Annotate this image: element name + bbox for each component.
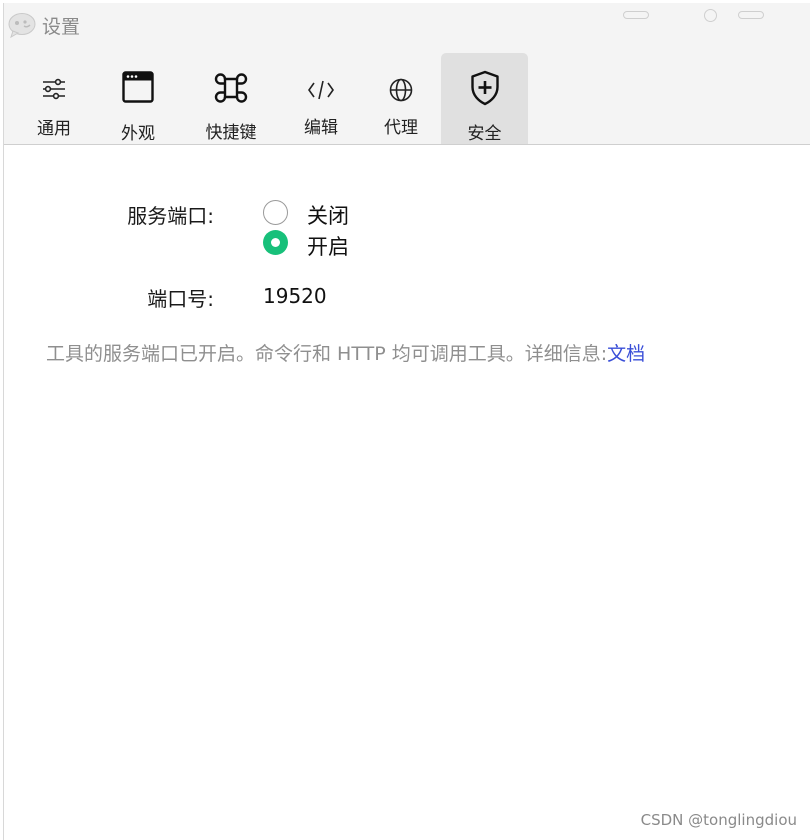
service-port-off-label[interactable]: 关闭 [307,200,349,230]
shield-plus-icon [470,70,499,106]
tab-label: 通用 [37,119,71,139]
settings-window: 设置 通用 外观 快捷键 编辑 代理 安全 服务端口: 关闭 开启 端口号: 1… [3,3,810,840]
minimize-button[interactable] [623,11,649,19]
chat-bubble-icon [8,13,36,39]
tab-editor[interactable]: 编辑 [294,53,348,144]
sliders-icon [43,78,65,100]
service-port-on-radio[interactable] [263,230,288,255]
tab-appearance[interactable]: 外观 [108,53,168,144]
service-port-on-label[interactable]: 开启 [307,231,349,261]
command-key-icon [214,73,248,103]
service-port-off-radio[interactable] [263,200,288,225]
tab-label: 外观 [121,124,155,144]
window-icon [122,71,154,103]
window-title: 设置 [42,16,81,38]
tab-security[interactable]: 安全 [441,53,528,144]
service-port-label: 服务端口: [127,204,214,228]
tab-label: 代理 [384,118,418,138]
maximize-button[interactable] [704,9,717,22]
settings-tab-bar: 通用 外观 快捷键 编辑 代理 安全 [4,43,810,145]
info-description: 工具的服务端口已开启。命令行和 HTTP 均可调用工具。详细信息: [46,343,608,365]
code-icon [308,80,334,100]
title-bar[interactable]: 设置 [4,3,810,43]
watermark: CSDN @tonglingdiou [640,811,797,829]
tab-shortcuts[interactable]: 快捷键 [196,53,266,144]
tab-label: 安全 [467,124,502,144]
port-number-value: 19520 [263,284,327,308]
tab-proxy[interactable]: 代理 [374,53,428,144]
tab-label: 快捷键 [205,123,257,143]
service-info-text: 工具的服务端口已开启。命令行和 HTTP 均可调用工具。详细信息:文档 [46,339,645,366]
documentation-link[interactable]: 文档 [607,343,645,365]
globe-icon [389,78,413,102]
port-number-label: 端口号: [147,287,214,311]
tab-label: 编辑 [304,118,338,138]
tab-general[interactable]: 通用 [24,53,84,144]
close-button[interactable] [738,11,764,19]
